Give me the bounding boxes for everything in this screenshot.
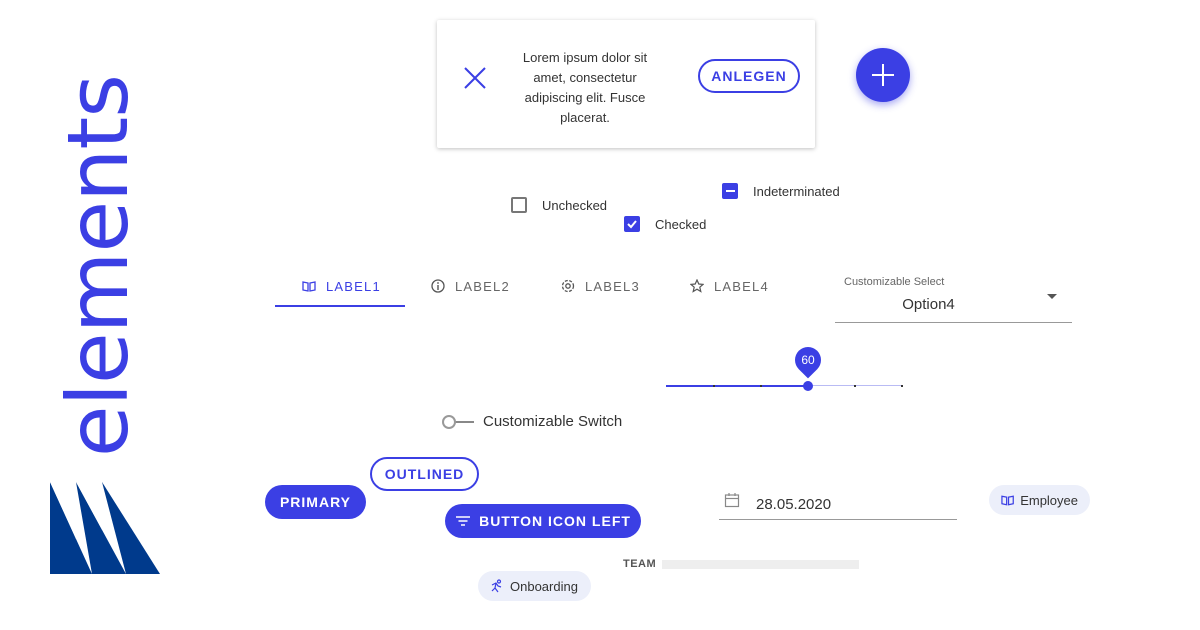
slider-tick: [854, 385, 856, 387]
slider-tick: [901, 385, 903, 387]
star-icon: [690, 279, 704, 293]
brand-wordmark: elements: [49, 74, 147, 458]
select-value: Option4: [902, 296, 955, 313]
checkbox-label-checked: Checked: [655, 217, 707, 232]
unchecked-checkbox[interactable]: [511, 197, 527, 213]
switch-thumb[interactable]: [442, 415, 456, 429]
minus-icon: [725, 190, 735, 192]
checkbox-label-indeterminate: Indeterminated: [753, 184, 840, 199]
slider-track-active[interactable]: [666, 385, 808, 387]
checkbox-label-unchecked: Unchecked: [542, 198, 608, 213]
onboarding-chip[interactable]: Onboarding: [478, 571, 591, 601]
add-fab-button[interactable]: [856, 48, 910, 102]
tab-label4[interactable]: LABEL4: [690, 266, 769, 306]
snackbar: Lorem ipsum dolor sit amet, consectetur …: [437, 20, 815, 148]
info-icon: [431, 279, 445, 293]
slider-thumb[interactable]: [803, 381, 813, 391]
caret-down-icon: [1047, 294, 1057, 299]
chip-label: Employee: [1020, 492, 1078, 508]
tab-label: LABEL2: [455, 278, 510, 294]
outlined-button[interactable]: OUTLINED: [370, 457, 479, 491]
tab-label1[interactable]: LABEL1: [302, 266, 381, 306]
chip-label: Onboarding: [510, 578, 578, 594]
plus-icon: [872, 64, 894, 86]
select-label: Customizable Select: [844, 276, 945, 288]
team-label: TEAM: [623, 558, 657, 570]
employee-chip[interactable]: Employee: [989, 485, 1090, 515]
date-field[interactable]: 28.05.2020: [756, 496, 831, 513]
tab-active-indicator: [275, 305, 405, 307]
tab-label: LABEL3: [585, 278, 640, 294]
select-underline: [835, 322, 1072, 323]
primary-button[interactable]: PRIMARY: [265, 485, 366, 519]
team-bar: [662, 560, 859, 569]
filter-icon: [456, 516, 471, 526]
company-logo: [50, 482, 160, 574]
tab-label3[interactable]: LABEL3: [561, 266, 640, 306]
anlegen-button[interactable]: ANLEGEN: [698, 59, 800, 93]
date-underline: [719, 519, 957, 520]
slider-value-label: 60: [801, 353, 815, 367]
run-icon: [491, 579, 502, 593]
indeterminate-checkbox[interactable]: [722, 183, 738, 199]
snackbar-message: Lorem ipsum dolor sit amet, consectetur …: [522, 50, 648, 125]
slider-tick: [713, 385, 715, 387]
book-icon: [302, 281, 316, 292]
tab-label: LABEL4: [714, 278, 769, 294]
switch-label: Customizable Switch: [483, 413, 623, 430]
button-icon-left-label: BUTTON ICON LEFT: [479, 513, 631, 529]
tab-label: LABEL1: [326, 278, 381, 294]
tab-label2[interactable]: LABEL2: [431, 266, 510, 306]
button-icon-left[interactable]: BUTTON ICON LEFT: [445, 504, 641, 538]
book-icon: [1001, 495, 1014, 506]
slider-tick: [760, 385, 762, 387]
check-icon: [627, 220, 637, 229]
calendar-icon[interactable]: [724, 492, 740, 508]
settings-icon: [561, 279, 575, 293]
close-icon[interactable]: [461, 64, 489, 92]
checked-checkbox[interactable]: [624, 216, 640, 232]
